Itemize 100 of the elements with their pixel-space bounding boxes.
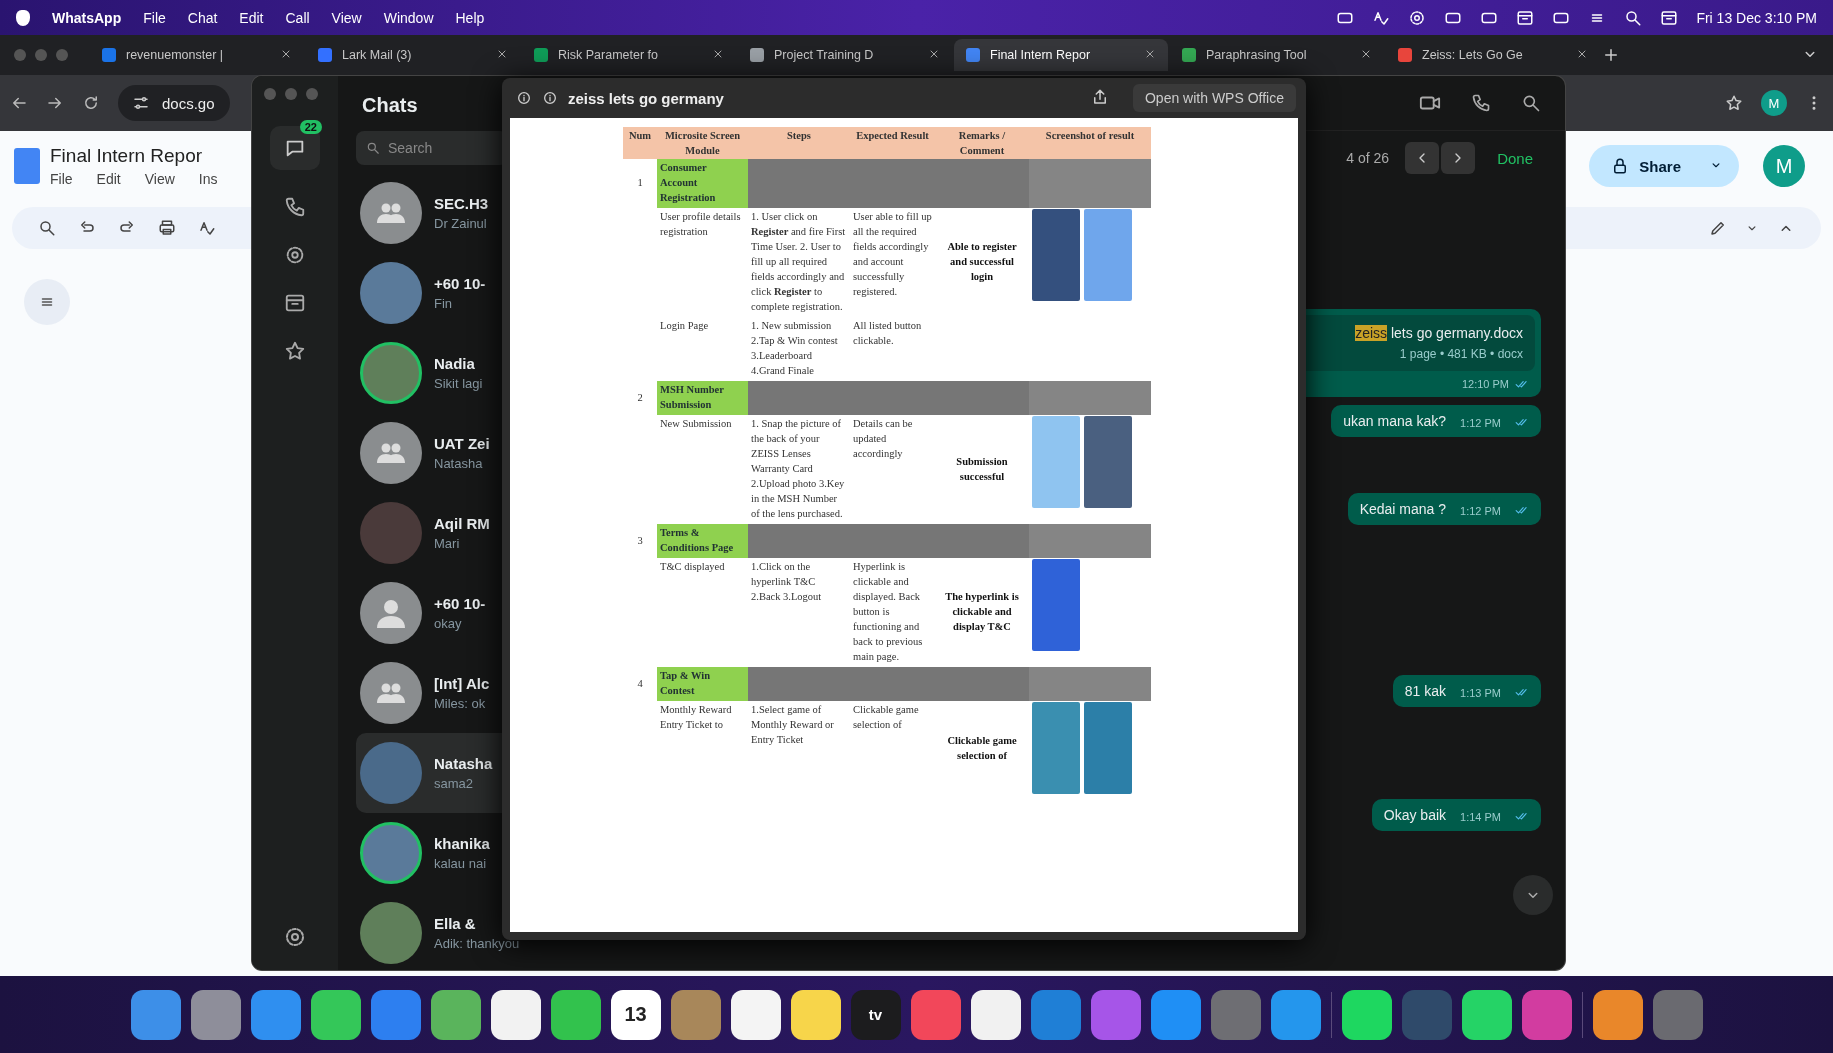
- browser-tab[interactable]: Paraphrasing Tool: [1170, 39, 1384, 71]
- match-count: 4 of 26: [1346, 150, 1390, 166]
- done-button[interactable]: Done: [1491, 148, 1539, 168]
- search-icon[interactable]: [1624, 8, 1643, 27]
- table-cell: 1. Snap the picture of the back of your ZEISS Lenses Warranty Card 2.Upload photo 3.Key in the MSH Number of the lens purchased.: [748, 415, 850, 524]
- chat-list-item[interactable]: Natasha sama2: [356, 733, 502, 813]
- settings-icon[interactable]: [283, 925, 307, 949]
- menu-item[interactable]: Call: [285, 9, 310, 26]
- table-cell: Clickable game selection of: [935, 701, 1029, 797]
- pencil-icon[interactable]: [1709, 219, 1727, 237]
- app-icon[interactable]: [310, 989, 361, 1040]
- archive-icon[interactable]: [284, 292, 306, 314]
- app-icon[interactable]: [790, 989, 841, 1040]
- table-cell: User able to fill up all the required fields accordingly and account successfully registered.: [850, 208, 935, 317]
- table-cell: Submission successful: [935, 415, 1029, 524]
- browser-tab[interactable]: Risk Parameter fo: [522, 39, 736, 71]
- share-icon[interactable]: [1091, 87, 1109, 106]
- menu-item[interactable]: Help: [455, 9, 485, 26]
- table-cell: User profile details registration: [657, 208, 748, 317]
- app-icon[interactable]: [490, 989, 541, 1040]
- star-icon[interactable]: [284, 340, 306, 362]
- table-cell: Monthly Reward Entry Ticket to: [657, 701, 748, 797]
- table-cell: All listed button clickable.: [850, 317, 935, 381]
- next-match-button[interactable]: [1441, 142, 1476, 174]
- chat-list-item[interactable]: khanika kalau nai: [356, 813, 502, 893]
- spellcheck-icon[interactable]: [198, 219, 216, 237]
- table-cell: 2: [623, 381, 657, 415]
- browser-tab[interactable]: Project Training D: [738, 39, 952, 71]
- chats-heading: Chats: [362, 94, 419, 117]
- table-cell: The hyperlink is clickable and display T&C: [935, 558, 1029, 667]
- browser-tab[interactable]: revenuemonster |: [90, 39, 304, 71]
- share-button[interactable]: Share: [1589, 145, 1739, 187]
- browser-tab[interactable]: Final Intern Repor: [954, 39, 1168, 71]
- phone-icon[interactable]: [284, 196, 306, 218]
- text-message: ukan mana kak? 1:12 PM: [1331, 405, 1541, 437]
- menu-item[interactable]: Ins: [198, 171, 218, 187]
- section-cell: Consumer Account Registration: [657, 159, 748, 208]
- menu-app-name[interactable]: WhatsApp: [52, 9, 122, 26]
- star-icon[interactable]: [1725, 94, 1743, 112]
- info-icon[interactable]: [516, 90, 532, 106]
- status-bar-icon[interactable]: [1516, 8, 1535, 27]
- new-tab-icon[interactable]: [1602, 46, 1620, 64]
- chat-list-item[interactable]: SEC.H3 Dr Zainul: [356, 173, 502, 253]
- previous-match-button[interactable]: [1405, 142, 1440, 174]
- app-icon[interactable]: [550, 989, 601, 1040]
- address-field[interactable]: docs.go: [118, 85, 230, 121]
- table-cell: 1.Select game of Monthly Reward or Entry Ticket: [748, 701, 850, 797]
- menu-item[interactable]: File: [143, 9, 166, 26]
- app-icon[interactable]: [970, 989, 1021, 1040]
- table-cell: Login Page: [657, 317, 748, 381]
- chat-list-item[interactable]: UAT Zei Natasha: [356, 413, 502, 493]
- menu-item[interactable]: Edit: [239, 9, 264, 26]
- browser-tab[interactable]: Lark Mail (3): [306, 39, 520, 71]
- search-icon[interactable]: [38, 219, 56, 237]
- unread-badge: 22: [299, 120, 322, 134]
- app-icon[interactable]: [1592, 989, 1643, 1040]
- menu-item[interactable]: Chat: [187, 9, 218, 26]
- document-title[interactable]: Final Intern Repor: [50, 145, 218, 167]
- print-icon[interactable]: [158, 219, 176, 237]
- text-message: Kedai mana ? 1:12 PM: [1347, 493, 1541, 525]
- menu-item[interactable]: View: [331, 9, 362, 26]
- info-icon[interactable]: [542, 90, 558, 106]
- chat-list-item[interactable]: [Int] Alc Miles: ok: [356, 653, 502, 733]
- menu-item[interactable]: View: [144, 171, 175, 187]
- menu-item[interactable]: Window: [383, 9, 434, 26]
- status-bar-icon[interactable]: [1408, 8, 1427, 27]
- calendar-icon[interactable]: 13: [610, 989, 661, 1040]
- search-icon[interactable]: [1521, 93, 1541, 113]
- table-cell: 1. New submission 2.Tap & Win contest 3.Leaderboard 4.Grand Finale: [748, 317, 850, 381]
- section-cell: Terms & Conditions Page: [657, 524, 748, 558]
- status-bar-icon[interactable]: [1660, 8, 1679, 27]
- chat-list-item[interactable]: Aqil RM Mari: [356, 493, 502, 573]
- app-icon[interactable]: [1461, 989, 1512, 1040]
- column-header: Expected Result: [850, 127, 935, 159]
- chat-list-item[interactable]: Nadia Sikit lagi: [356, 333, 502, 413]
- text-message: 81 kak 1:13 PM: [1392, 675, 1541, 707]
- site-settings-icon[interactable]: [132, 94, 150, 112]
- preview-title: zeiss lets go germany: [568, 89, 724, 107]
- apple-logo-icon[interactable]: [16, 9, 30, 26]
- section-cell: MSH Number Submission: [657, 381, 748, 415]
- reload-icon[interactable]: [82, 94, 100, 112]
- menu-clock[interactable]: Fri 13 Dec 3:10 PM: [1696, 9, 1817, 26]
- menu-item[interactable]: Edit: [96, 171, 121, 187]
- phone-icon[interactable]: [1471, 93, 1491, 113]
- tv-app-icon[interactable]: tv: [850, 989, 901, 1040]
- outline-button[interactable]: [24, 279, 70, 325]
- column-header: Remarks / Comment: [935, 127, 1029, 159]
- app-icon[interactable]: [730, 989, 781, 1040]
- status-icon[interactable]: [284, 244, 306, 266]
- menu-item[interactable]: File: [50, 171, 73, 187]
- browser-tab[interactable]: Zeiss: Lets Go Ge: [1386, 39, 1600, 71]
- text-message: Okay baik 1:14 PM: [1371, 799, 1541, 831]
- table-cell: New Submission: [657, 415, 748, 524]
- table-cell: 1.Click on the hyperlink T&C 2.Back 3.Logout: [748, 558, 850, 667]
- app-icon[interactable]: [430, 989, 481, 1040]
- column-header: Num: [623, 127, 657, 159]
- chat-list-item[interactable]: +60 10- okay: [356, 573, 502, 653]
- open-with-button[interactable]: Open with WPS Office: [1133, 84, 1296, 112]
- app-icon[interactable]: [1341, 989, 1392, 1040]
- chat-list-item[interactable]: +60 10- Fin: [356, 253, 502, 333]
